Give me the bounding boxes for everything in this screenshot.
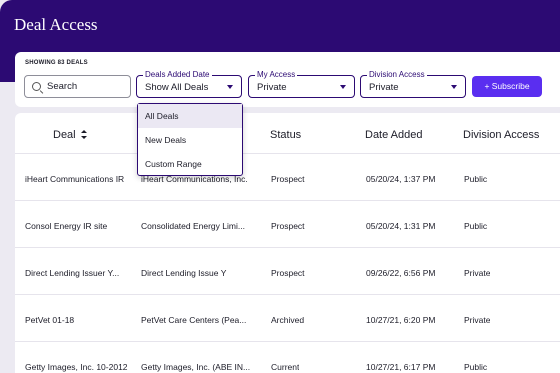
dropdown-option-custom-range[interactable]: Custom Range bbox=[138, 152, 242, 176]
cell-status: Prospect bbox=[271, 174, 305, 184]
cell-company: Consolidated Energy Limi... bbox=[141, 221, 245, 231]
cell-status: Prospect bbox=[271, 221, 305, 231]
dropdown-option-new-deals[interactable]: New Deals bbox=[138, 128, 242, 152]
division-access-label: Division Access bbox=[367, 70, 427, 80]
column-header-deal-label: Deal bbox=[53, 129, 76, 141]
cell-status: Prospect bbox=[271, 268, 305, 278]
deals-added-date-value: Show All Deals bbox=[145, 82, 209, 93]
cell-deal[interactable]: Direct Lending Issuer Y... bbox=[25, 268, 137, 278]
deals-added-date-dropdown: All Deals New Deals Custom Range bbox=[137, 103, 243, 176]
cell-company: Getty Images, Inc. (ABE IN... bbox=[141, 362, 251, 372]
cell-company: Direct Lending Issue Y bbox=[141, 268, 227, 278]
cell-date-added: 10/27/21, 6:17 PM bbox=[366, 362, 436, 372]
column-header-status: Status bbox=[270, 129, 302, 141]
chevron-down-icon bbox=[340, 85, 346, 89]
chevron-down-icon bbox=[227, 85, 233, 89]
cell-deal[interactable]: Consol Energy IR site bbox=[25, 221, 137, 231]
cell-date-added: 10/27/21, 6:20 PM bbox=[366, 315, 436, 325]
cell-deal[interactable]: iHeart Communications IR bbox=[25, 174, 137, 184]
cell-division-access: Public bbox=[464, 362, 488, 372]
cell-division-access: Private bbox=[464, 315, 491, 325]
cell-date-added: 05/20/24, 1:31 PM bbox=[366, 221, 436, 231]
subscribe-button[interactable]: + Subscribe bbox=[472, 76, 542, 97]
my-access-label: My Access bbox=[255, 70, 298, 80]
chevron-down-icon bbox=[451, 85, 457, 89]
dropdown-option-all-deals[interactable]: All Deals bbox=[138, 104, 242, 128]
my-access-value: Private bbox=[257, 82, 287, 93]
deals-table: Deal Status Date Added Division Access i… bbox=[15, 113, 560, 373]
cell-division-access: Private bbox=[464, 268, 491, 278]
cell-date-added: 05/20/24, 1:37 PM bbox=[366, 174, 436, 184]
deals-added-date-select[interactable]: Deals Added Date Show All Deals bbox=[136, 70, 242, 98]
table-row[interactable]: iHeart Communications IR iHeart Communic… bbox=[15, 153, 560, 200]
table-row[interactable]: Getty Images, Inc. 10-2012 Getty Images,… bbox=[15, 341, 560, 373]
cell-deal[interactable]: PetVet 01-18 bbox=[25, 315, 137, 325]
division-access-select[interactable]: Division Access Private bbox=[360, 70, 466, 98]
column-header-division-access: Division Access bbox=[463, 129, 540, 141]
cell-status: Archived bbox=[271, 315, 305, 325]
my-access-select[interactable]: My Access Private bbox=[248, 70, 355, 98]
table-row[interactable]: Consol Energy IR site Consolidated Energ… bbox=[15, 200, 560, 247]
cell-deal[interactable]: Getty Images, Inc. 10-2012 bbox=[25, 362, 137, 372]
deals-added-date-label: Deals Added Date bbox=[143, 70, 212, 80]
filter-bar: SHOWING 83 DEALS Search Deals Added Date… bbox=[15, 52, 560, 107]
sort-icon[interactable] bbox=[80, 130, 87, 139]
column-header-deal[interactable]: Deal bbox=[53, 129, 87, 141]
cell-company: PetVet Care Centers (Pea... bbox=[141, 315, 247, 325]
cell-division-access: Public bbox=[464, 174, 488, 184]
table-row[interactable]: Direct Lending Issuer Y... Direct Lendin… bbox=[15, 247, 560, 294]
search-icon bbox=[32, 82, 41, 91]
deal-count: SHOWING 83 DEALS bbox=[25, 60, 88, 66]
division-access-value: Private bbox=[369, 82, 399, 93]
search-placeholder: Search bbox=[47, 81, 78, 92]
cell-status: Current bbox=[271, 362, 300, 372]
table-row[interactable]: PetVet 01-18 PetVet Care Centers (Pea...… bbox=[15, 294, 560, 341]
page-title: Deal Access bbox=[14, 15, 98, 34]
cell-division-access: Public bbox=[464, 221, 488, 231]
cell-date-added: 09/26/22, 6:56 PM bbox=[366, 268, 436, 278]
search-input[interactable]: Search bbox=[24, 75, 131, 98]
column-header-date-added: Date Added bbox=[365, 129, 423, 141]
